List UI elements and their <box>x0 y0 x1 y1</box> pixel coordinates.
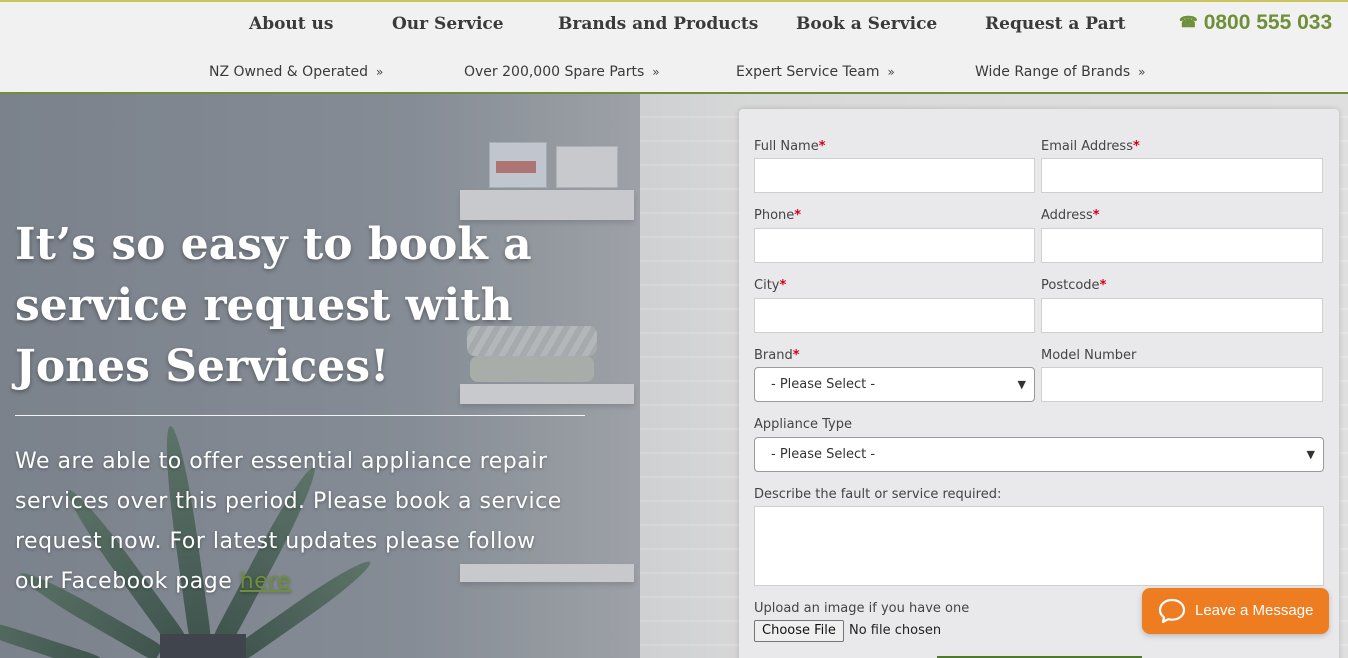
facebook-link[interactable]: here <box>240 569 292 594</box>
postcode-label: Postcode* <box>1041 278 1107 293</box>
full-name-label: Full Name* <box>754 139 826 154</box>
double-chevron-right-icon: » <box>652 65 660 79</box>
double-chevron-right-icon: » <box>887 65 895 79</box>
site-header: About us Our Service Brands and Products… <box>0 0 1348 94</box>
fault-description-label: Describe the fault or service required: <box>754 487 1002 502</box>
nav-book-a-service[interactable]: Book a Service <box>796 14 937 34</box>
brand-label: Brand* <box>754 348 800 363</box>
nav-our-service[interactable]: Our Service <box>392 14 504 34</box>
subnav-nz-owned[interactable]: NZ Owned & Operated » <box>209 64 383 80</box>
appliance-type-label: Appliance Type <box>754 417 852 432</box>
subnav-label: Wide Range of Brands <box>975 64 1131 80</box>
phone-input[interactable] <box>754 228 1035 263</box>
address-input[interactable] <box>1041 228 1323 263</box>
speech-bubble-icon <box>1158 598 1186 624</box>
upload-label: Upload an image if you have one <box>754 601 970 616</box>
phone-label: Phone* <box>754 208 802 223</box>
model-number-input[interactable] <box>1041 367 1323 402</box>
subnav-spare-parts[interactable]: Over 200,000 Spare Parts » <box>464 64 660 80</box>
chat-label: Leave a Message <box>1195 602 1314 619</box>
full-name-input[interactable] <box>754 158 1035 193</box>
headline-line: service request with <box>15 280 513 331</box>
nav-request-a-part[interactable]: Request a Part <box>985 14 1125 34</box>
service-request-form: Full Name* Email Address* Phone* Address… <box>739 109 1339 658</box>
sub-nav: NZ Owned & Operated » Over 200,000 Spare … <box>0 64 1348 84</box>
chevron-down-icon: ▼ <box>1017 378 1026 391</box>
intro-line: our Facebook page <box>15 569 240 594</box>
model-number-label: Model Number <box>1041 348 1137 363</box>
headline-line: It’s so easy to book a <box>15 219 532 270</box>
subnav-label: Expert Service Team <box>736 64 880 80</box>
subnav-label: Over 200,000 Spare Parts <box>464 64 645 80</box>
chevron-down-icon: ▼ <box>1306 448 1315 461</box>
double-chevron-right-icon: » <box>376 65 384 79</box>
postcode-input[interactable] <box>1041 298 1323 333</box>
phone-number: 0800 555 033 <box>1203 11 1333 34</box>
fault-description-textarea[interactable] <box>754 506 1324 586</box>
headline-line: Jones Services! <box>15 341 390 392</box>
nav-about-us[interactable]: About us <box>249 14 333 34</box>
brand-select-value: - Please Select - <box>771 377 876 392</box>
phone-link[interactable]: ☎ 0800 555 033 <box>1179 11 1332 35</box>
email-label: Email Address* <box>1041 139 1140 154</box>
file-status: No file chosen <box>849 623 942 638</box>
city-label: City* <box>754 278 787 293</box>
subnav-label: NZ Owned & Operated <box>209 64 369 80</box>
nav-brands-and-products[interactable]: Brands and Products <box>558 14 758 34</box>
appliance-select-value: - Please Select - <box>771 447 876 462</box>
address-label: Address* <box>1041 208 1100 223</box>
intro-line: services over this period. Please book a… <box>15 489 562 514</box>
hero-headline: It’s so easy to book a service request w… <box>15 214 615 397</box>
hero-intro: We are able to offer essential appliance… <box>15 442 600 602</box>
double-chevron-right-icon: » <box>1138 65 1146 79</box>
telephone-icon: ☎ <box>1179 14 1198 31</box>
subnav-brands[interactable]: Wide Range of Brands » <box>975 64 1145 80</box>
intro-line: We are able to offer essential appliance… <box>15 449 548 474</box>
subnav-expert-team[interactable]: Expert Service Team » <box>736 64 895 80</box>
choose-file-button[interactable]: Choose File <box>754 620 844 642</box>
city-input[interactable] <box>754 298 1035 333</box>
main-nav: About us Our Service Brands and Products… <box>0 14 1348 40</box>
brand-select[interactable]: - Please Select - ▼ <box>754 367 1035 402</box>
leave-message-button[interactable]: Leave a Message <box>1142 588 1329 634</box>
intro-line: request now. For latest updates please f… <box>15 529 536 554</box>
email-input[interactable] <box>1041 158 1323 193</box>
appliance-type-select[interactable]: - Please Select - ▼ <box>754 437 1324 472</box>
hero-divider <box>15 415 585 416</box>
